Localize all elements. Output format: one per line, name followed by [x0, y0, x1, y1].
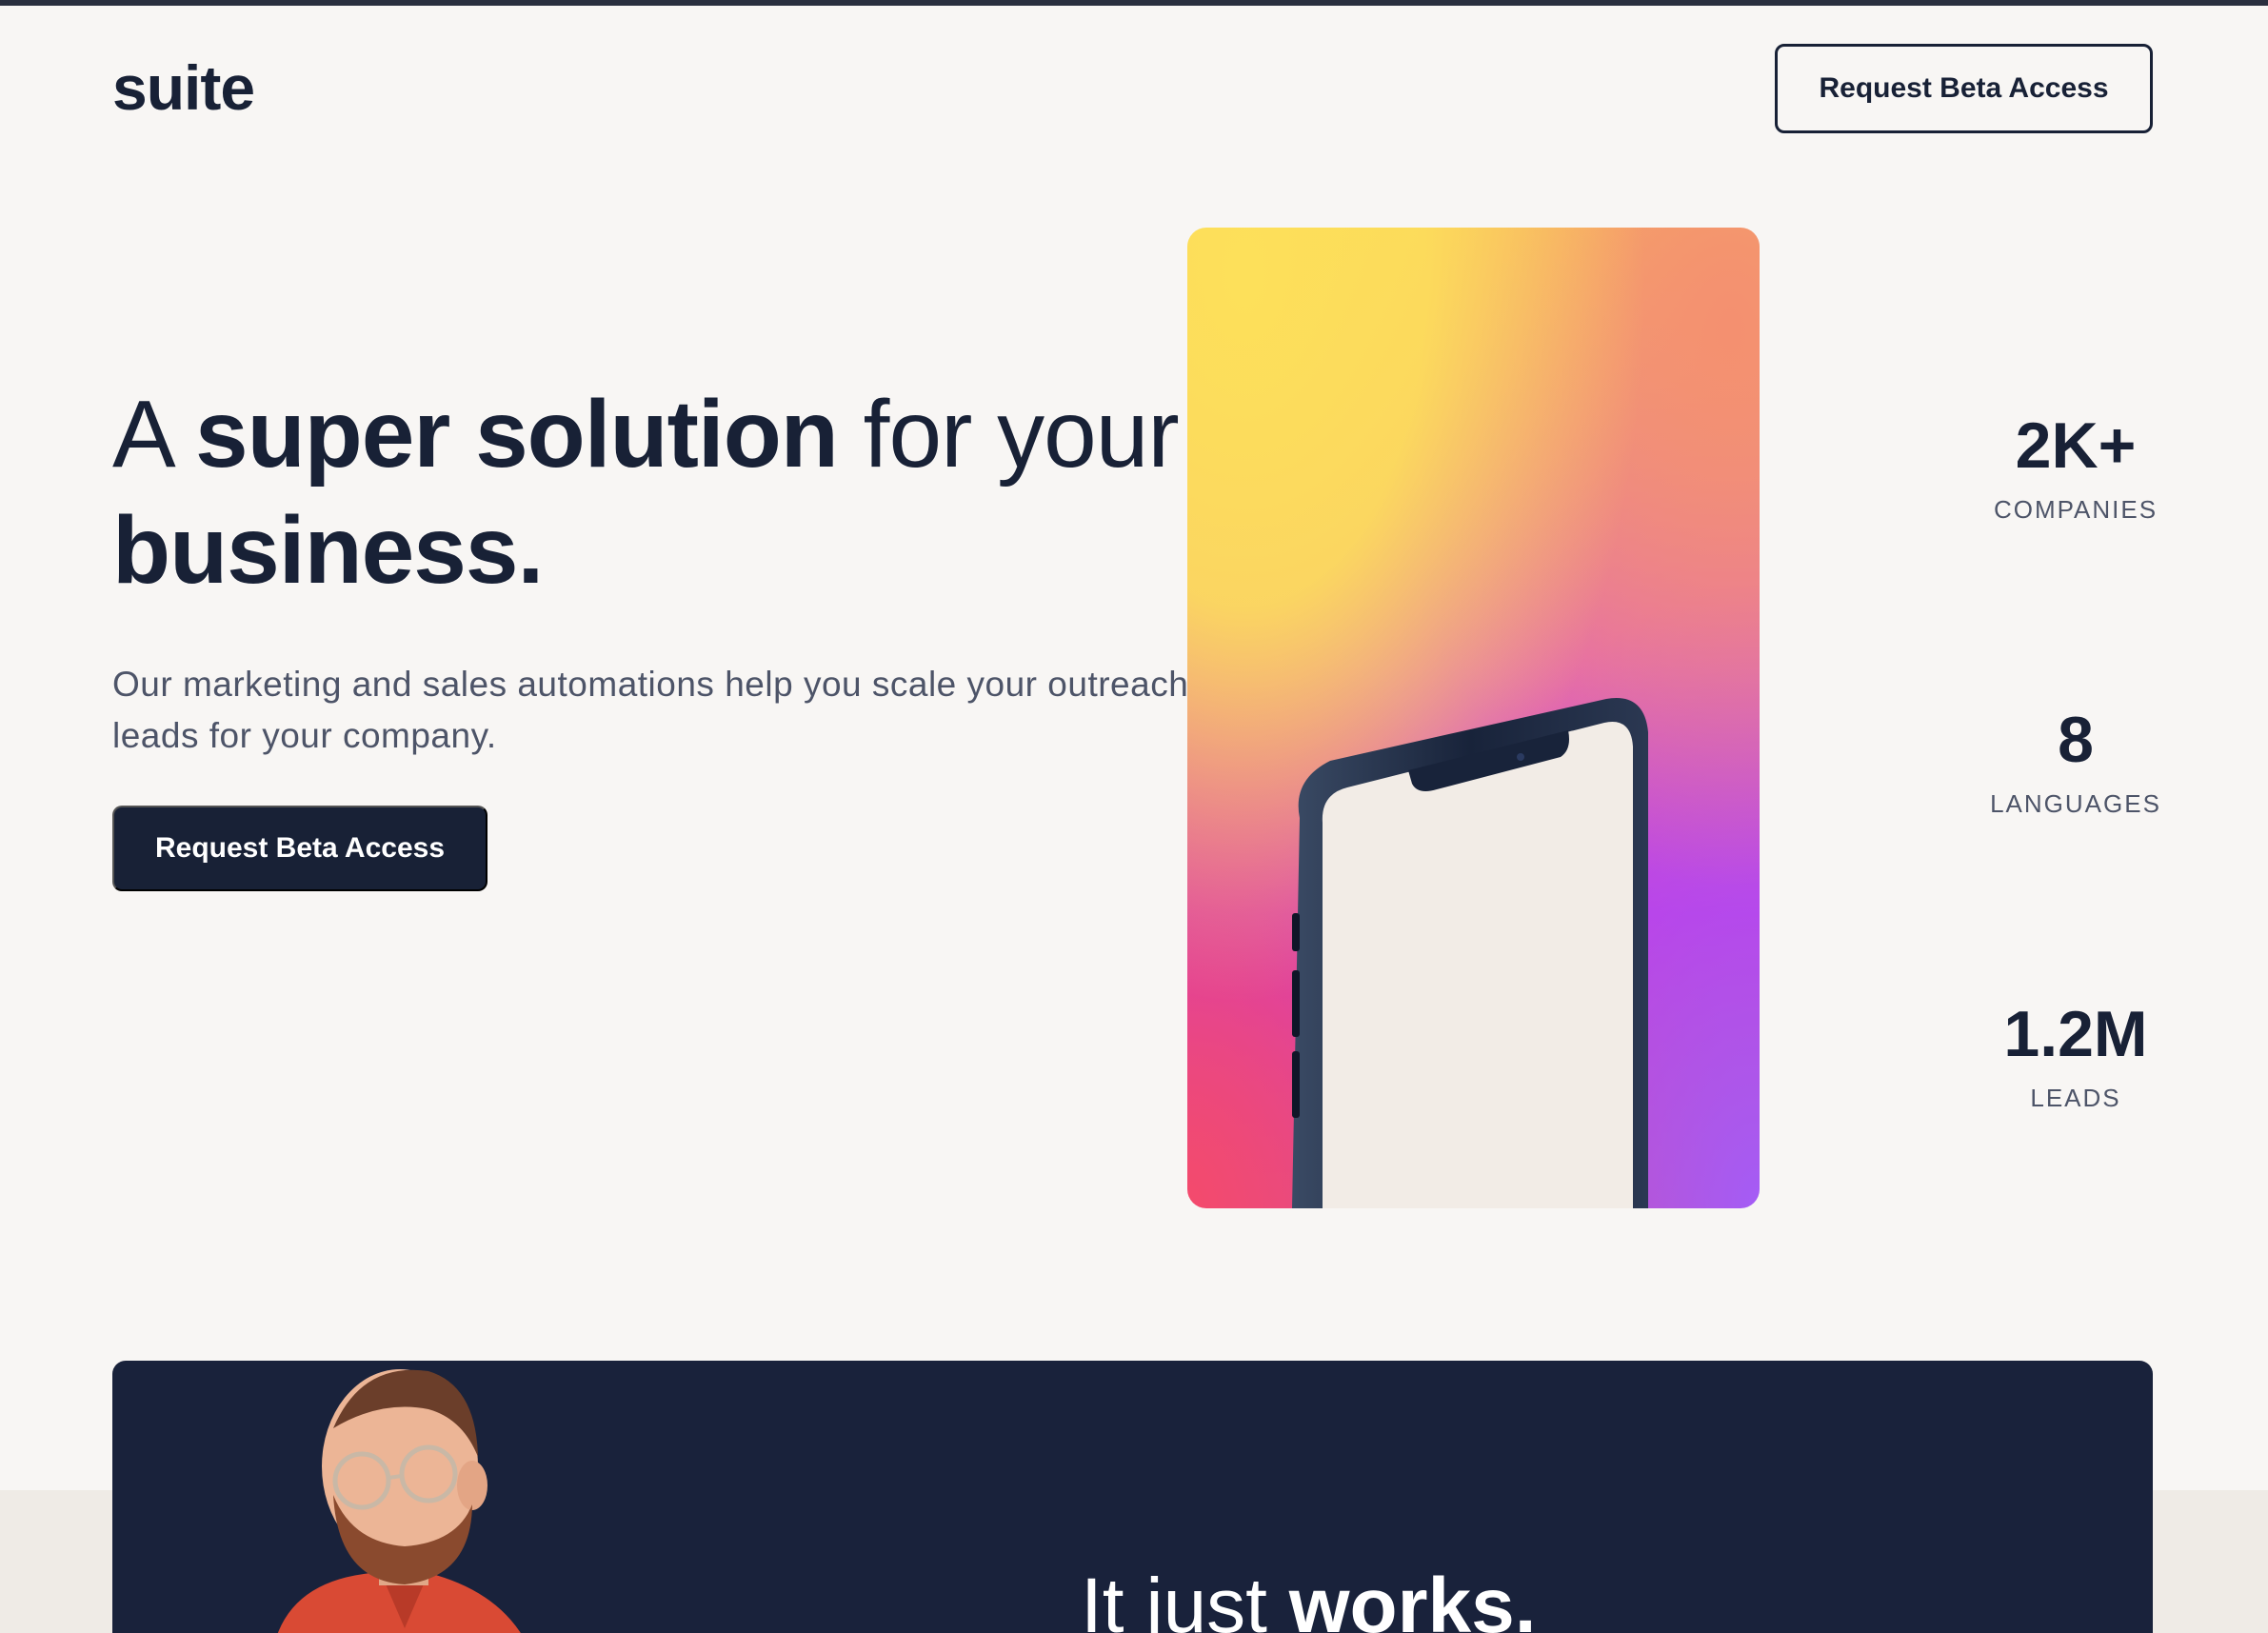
stat-label: COMPANIES: [1993, 495, 2159, 524]
stat-companies: 2K+ COMPANIES: [1952, 408, 2199, 525]
feature-heading: It just works.: [1081, 1559, 1537, 1633]
hero-title-bold1: super solution: [194, 381, 839, 488]
feature-heading-bold: works.: [1288, 1563, 1537, 1633]
hero-title: A super solution for your business.: [112, 376, 1350, 608]
phone-chart-icon: [1292, 698, 1648, 1208]
stat-value: 1.2M: [2003, 998, 2148, 1070]
hero-title-bold2: business.: [112, 497, 544, 604]
stat-languages: 8 LANGUAGES: [1952, 702, 2199, 819]
person-photo: [277, 1369, 521, 1633]
header-request-beta-button[interactable]: Request Beta Access: [1775, 44, 2153, 133]
stat-label: LANGUAGES: [1990, 789, 2161, 818]
stat-leads: 1.2M LEADS: [1952, 996, 2199, 1113]
stat-label: LEADS: [2030, 1084, 2121, 1112]
top-border: [0, 0, 2268, 6]
stat-value: 2K+: [2015, 409, 2137, 482]
hero-title-part1: A: [112, 381, 195, 488]
hero-visual-card: [1187, 228, 1760, 1208]
hero-title-part2: for your: [837, 381, 1180, 488]
feature-heading-light: It just: [1081, 1563, 1289, 1633]
hero-request-beta-button[interactable]: Request Beta Access: [112, 806, 487, 891]
brand-logo[interactable]: suite: [112, 51, 255, 124]
stat-value: 8: [2058, 704, 2094, 776]
